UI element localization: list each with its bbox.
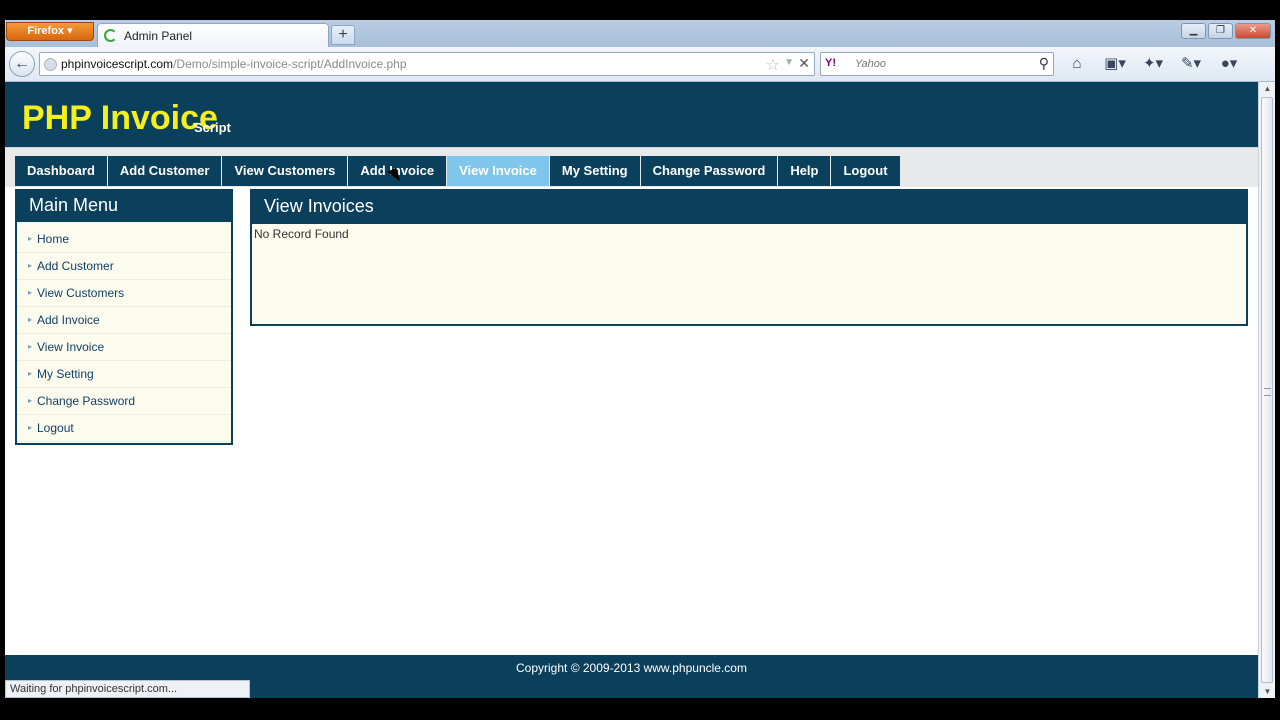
tools-icon[interactable]: ✎▾ — [1177, 54, 1205, 74]
copyright-text: Copyright © 2009-2013 www.phpuncle.com — [516, 661, 747, 675]
addon-circle-icon[interactable]: ●▾ — [1215, 54, 1243, 74]
screen: Firefox ▾ Admin Panel + ▁ ❐ ✕ ← phpinvoi… — [0, 0, 1280, 720]
sidebar-item-home[interactable]: ▸ Home — [17, 226, 231, 253]
tab-title: Admin Panel — [124, 29, 193, 43]
vertical-scrollbar[interactable]: ▲ ▼ — [1258, 82, 1275, 698]
menu-my-setting[interactable]: My Setting — [549, 156, 641, 186]
sidebar-item-label: View Invoice — [37, 340, 105, 354]
sidebar-item-label: Home — [37, 232, 70, 246]
top-menu-bar: Dashboard Add Customer View Customers Ad… — [5, 147, 1258, 187]
search-icon[interactable]: ⚲ — [1039, 55, 1049, 72]
home-icon[interactable]: ⌂ — [1063, 54, 1091, 74]
menu-change-password[interactable]: Change Password — [640, 156, 779, 186]
scroll-thumb[interactable] — [1261, 97, 1273, 683]
menu-dashboard[interactable]: Dashboard — [15, 156, 108, 186]
bullet-icon: ▸ — [28, 288, 33, 297]
status-bar: Waiting for phpinvoicescript.com... — [5, 680, 250, 698]
logo-subtitle: Script — [194, 120, 231, 135]
back-button[interactable]: ← — [9, 51, 35, 77]
tab-admin-panel[interactable]: Admin Panel — [97, 23, 329, 47]
bullet-icon: ▸ — [28, 342, 33, 351]
sidebar-item-view-customers[interactable]: ▸ View Customers — [17, 280, 231, 307]
bullet-icon: ▸ — [28, 315, 33, 324]
bullet-icon: ▸ — [28, 261, 33, 270]
scroll-up-icon[interactable]: ▲ — [1262, 84, 1273, 93]
url-path: /Demo/simple-invoice-script/AddInvoice.p… — [173, 57, 407, 71]
url-host: phpinvoicescript.com — [61, 57, 174, 71]
site-identity-icon[interactable] — [44, 58, 57, 71]
empty-state-message: No Record Found — [254, 227, 349, 241]
logo-title: PHP Invoice — [22, 99, 218, 137]
sidebar-item-logout[interactable]: ▸ Logout — [17, 415, 231, 442]
bullet-icon: ▸ — [28, 234, 33, 243]
sidebar-title: Main Menu — [17, 191, 231, 222]
scroll-grip-icon — [1264, 388, 1271, 396]
loading-spinner-icon — [104, 29, 117, 42]
yahoo-logo-icon[interactable]: Y! — [825, 57, 836, 69]
sidebar-item-change-password[interactable]: ▸ Change Password — [17, 388, 231, 415]
address-bar[interactable]: phpinvoicescript.com/Demo/simple-invoice… — [39, 52, 815, 76]
sidebar-item-label: Logout — [37, 421, 74, 435]
bookmark-star-icon[interactable]: ☆ — [766, 55, 780, 75]
minimize-icon[interactable]: ▁ — [1181, 23, 1206, 39]
site-header: PHP Invoice Script — [5, 82, 1258, 147]
new-tab-button[interactable]: + — [331, 25, 355, 45]
sidebar-item-label: Add Customer — [37, 259, 114, 273]
sidebar-item-add-customer[interactable]: ▸ Add Customer — [17, 253, 231, 280]
browser-chrome: Firefox ▾ Admin Panel + ▁ ❐ ✕ ← phpinvoi… — [5, 20, 1275, 82]
search-bar[interactable]: Y! Yahoo ⚲ — [820, 52, 1054, 76]
menu-view-invoice[interactable]: View Invoice — [447, 156, 550, 186]
main-menu-sidebar: Main Menu ▸ Home ▸ Add Customer ▸ View Cust… — [15, 189, 233, 445]
search-placeholder: Yahoo — [855, 58, 886, 70]
addon-icon[interactable]: ✦▾ — [1139, 54, 1167, 74]
menu-help[interactable]: Help — [778, 156, 832, 186]
url-text: phpinvoicescript.com/Demo/simple-invoice… — [61, 57, 407, 71]
sidebar-item-label: My Setting — [37, 367, 94, 381]
toolbar-icons: ⌂ ▣▾ ✦▾ ✎▾ ●▾ — [1063, 54, 1243, 74]
sidebar-item-label: View Customers — [37, 286, 125, 300]
sidebar-item-label: Change Password — [37, 394, 136, 408]
menu-view-customers[interactable]: View Customers — [222, 156, 349, 186]
firefox-menu-label: Firefox — [27, 25, 65, 37]
sidebar-item-view-invoice[interactable]: ▸ View Invoice — [17, 334, 231, 361]
stop-icon[interactable]: ✕ — [798, 55, 810, 72]
sidebar-item-my-setting[interactable]: ▸ My Setting — [17, 361, 231, 388]
page-title: View Invoices — [252, 191, 1246, 224]
window-controls: ▁ ❐ ✕ — [1181, 23, 1271, 39]
sidebar-item-add-invoice[interactable]: ▸ Add Invoice — [17, 307, 231, 334]
restore-icon[interactable]: ❐ — [1208, 23, 1233, 39]
page-viewport: PHP Invoice Script Dashboard Add Custome… — [5, 82, 1258, 698]
bullet-icon: ▸ — [28, 423, 33, 432]
firefox-menu-button[interactable]: Firefox ▾ — [6, 22, 94, 41]
sidebar-list: ▸ Home ▸ Add Customer ▸ View Customers ▸ Add… — [17, 222, 231, 442]
bookmarks-icon[interactable]: ▣▾ — [1101, 54, 1129, 74]
sidebar-item-label: Add Invoice — [37, 313, 100, 327]
close-window-icon[interactable]: ✕ — [1235, 23, 1271, 39]
scroll-down-icon[interactable]: ▼ — [1262, 687, 1273, 696]
top-menu: Dashboard Add Customer View Customers Ad… — [15, 156, 901, 186]
bullet-icon: ▸ — [28, 396, 33, 405]
tab-bar: Firefox ▾ Admin Panel + ▁ ❐ ✕ — [5, 20, 1275, 47]
taskbar — [0, 698, 1280, 720]
bullet-icon: ▸ — [28, 369, 33, 378]
menu-add-customer[interactable]: Add Customer — [107, 156, 223, 186]
navigation-toolbar: ← phpinvoicescript.com/Demo/simple-invoi… — [5, 47, 1275, 82]
menu-logout[interactable]: Logout — [831, 156, 901, 186]
view-invoices-panel: View Invoices No Record Found — [250, 189, 1248, 326]
url-dropdown-icon[interactable]: ▼ — [784, 57, 794, 68]
